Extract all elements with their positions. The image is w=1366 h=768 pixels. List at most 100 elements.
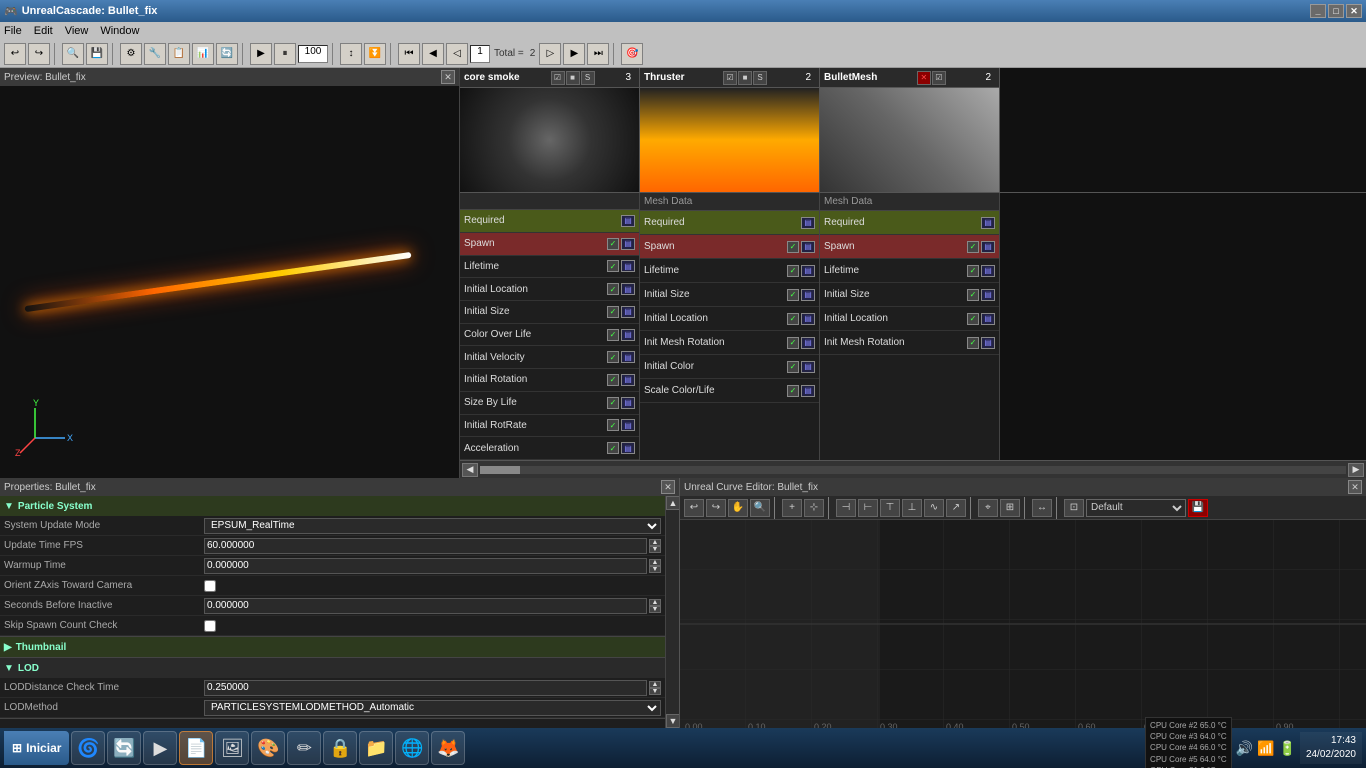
menu-window[interactable]: Window	[100, 25, 139, 37]
tb-btn-8[interactable]: ↕	[340, 43, 362, 65]
taskbar-app-2[interactable]: 🔄	[107, 731, 141, 765]
input-warmup[interactable]	[204, 558, 647, 574]
module-check-col1[interactable]: ✓	[607, 329, 619, 341]
prop-close[interactable]: ✕	[661, 480, 675, 494]
taskbar-app-1[interactable]: 🌀	[71, 731, 105, 765]
module-lifetime-3[interactable]: Lifetime ✓ ▤	[820, 259, 999, 283]
emitter-thumb-smoke[interactable]	[460, 88, 639, 192]
module-accel-1[interactable]: Acceleration ✓ ▤	[460, 437, 639, 460]
tray-icon-3[interactable]: 🔋	[1279, 740, 1296, 757]
tb-redo[interactable]: ↪	[28, 43, 50, 65]
curve-btn-redo[interactable]: ↪	[706, 499, 726, 517]
module-graph-btn[interactable]: ▤	[621, 215, 635, 227]
spin-down-lod[interactable]: ▼	[649, 688, 661, 695]
module-check-il2[interactable]: ✓	[787, 313, 799, 325]
input-system-update[interactable]: EPSUM_RealTime	[204, 518, 661, 534]
taskbar-app-10[interactable]: 🌐	[395, 731, 429, 765]
scroll-right[interactable]: ▶	[1348, 463, 1364, 477]
scroll-left[interactable]: ◀	[462, 463, 478, 477]
emitter-icon-bullet-check[interactable]: ☑	[932, 71, 946, 85]
taskbar-app-4[interactable]: 📄	[179, 731, 213, 765]
module-initsize-2[interactable]: Initial Size ✓ ▤	[640, 283, 819, 307]
module-initcolor-2[interactable]: Initial Color ✓ ▤	[640, 355, 819, 379]
minimize-button[interactable]: _	[1310, 4, 1326, 18]
module-initloc-3[interactable]: Initial Location ✓ ▤	[820, 307, 999, 331]
spin-up-seconds[interactable]: ▲	[649, 599, 661, 606]
menu-view[interactable]: View	[65, 25, 89, 37]
module-graph-lt3[interactable]: ▤	[981, 265, 995, 277]
taskbar-app-5[interactable]: 🖼	[215, 731, 249, 765]
module-required-2[interactable]: Required ▤	[640, 211, 819, 235]
tb-btn-7[interactable]: 🔄	[216, 43, 238, 65]
prop-scroll-up[interactable]: ▲	[666, 496, 679, 510]
window-controls[interactable]: _ □ ✕	[1310, 4, 1362, 18]
module-check-il3[interactable]: ✓	[967, 313, 979, 325]
module-graph-is3[interactable]: ▤	[981, 289, 995, 301]
module-graph-ac1[interactable]: ▤	[621, 442, 635, 454]
scroll-thumb[interactable]	[480, 466, 520, 474]
spin-lod-check[interactable]: ▲ ▼	[649, 681, 661, 695]
module-required-3[interactable]: Required ▤	[820, 211, 999, 235]
module-graph-req3[interactable]: ▤	[981, 217, 995, 229]
module-check-is2[interactable]: ✓	[787, 289, 799, 301]
tb-btn-6[interactable]: 📊	[192, 43, 214, 65]
module-check-il1[interactable]: ✓	[607, 283, 619, 295]
module-spawn-2[interactable]: Spawn ✓ ▤	[640, 235, 819, 259]
tb-btn-5[interactable]: 📋	[168, 43, 190, 65]
menu-file[interactable]: File	[4, 25, 22, 37]
module-check-lt3[interactable]: ✓	[967, 265, 979, 277]
tray-icon-2[interactable]: 📶	[1257, 740, 1274, 757]
curve-preset-select[interactable]: Default	[1086, 499, 1186, 517]
module-meshrot-3[interactable]: Init Mesh Rotation ✓ ▤	[820, 331, 999, 355]
curve-btn-10[interactable]: ⊡	[1064, 499, 1084, 517]
taskbar-app-9[interactable]: 📁	[359, 731, 393, 765]
module-sizelife-1[interactable]: Size By Life ✓ ▤	[460, 392, 639, 415]
module-graph-mr3[interactable]: ▤	[981, 337, 995, 349]
check-orient-z[interactable]	[204, 580, 216, 592]
check-skip-spawn[interactable]	[204, 620, 216, 632]
tb-btn-4[interactable]: 🔧	[144, 43, 166, 65]
taskbar-app-3[interactable]: ▶	[143, 731, 177, 765]
module-graph-il1[interactable]: ▤	[621, 283, 635, 295]
curve-btn-3[interactable]: ⊤	[880, 499, 900, 517]
module-lifetime-1[interactable]: Lifetime ✓ ▤	[460, 256, 639, 279]
emitter-icon-render[interactable]: ■	[566, 71, 580, 85]
tb-save[interactable]: 💾	[86, 43, 108, 65]
module-rotrate-1[interactable]: Initial RotRate ✓ ▤	[460, 415, 639, 438]
module-check-ir1[interactable]: ✓	[607, 374, 619, 386]
tb-next[interactable]: ⏭	[587, 43, 609, 65]
module-graph-1[interactable]: ▤	[621, 238, 635, 250]
spin-warmup[interactable]: ▲ ▼	[649, 559, 661, 573]
taskbar-app-6[interactable]: 🎨	[251, 731, 285, 765]
module-graph-ir1[interactable]: ▤	[621, 374, 635, 386]
emitter-scrollbar[interactable]: ◀ ▶	[460, 460, 1366, 478]
module-graph-ic2[interactable]: ▤	[801, 361, 815, 373]
curve-btn-undo[interactable]: ↩	[684, 499, 704, 517]
tb-play[interactable]: ▶	[250, 43, 272, 65]
module-check-ic2[interactable]: ✓	[787, 361, 799, 373]
curve-btn-4[interactable]: ⊥	[902, 499, 922, 517]
module-graph-lt2[interactable]: ▤	[801, 265, 815, 277]
spin-seconds[interactable]: ▲ ▼	[649, 599, 661, 613]
section-header-lod[interactable]: ▼ LOD	[0, 658, 665, 678]
menu-edit[interactable]: Edit	[34, 25, 53, 37]
module-check-sp2[interactable]: ✓	[787, 241, 799, 253]
module-check-sp3[interactable]: ✓	[967, 241, 979, 253]
curve-btn-add[interactable]: +	[782, 499, 802, 517]
spin-fps[interactable]: ▲ ▼	[649, 539, 661, 553]
module-check-mr2[interactable]: ✓	[787, 337, 799, 349]
emitter-thumb-bullet[interactable]	[820, 88, 999, 192]
module-spawn-3[interactable]: Spawn ✓ ▤	[820, 235, 999, 259]
module-check-iv1[interactable]: ✓	[607, 351, 619, 363]
curve-btn-2[interactable]: ⊢	[858, 499, 878, 517]
module-graph-sp2[interactable]: ▤	[801, 241, 815, 253]
spin-down-fps[interactable]: ▼	[649, 546, 661, 553]
module-initrot-1[interactable]: Initial Rotation ✓ ▤	[460, 369, 639, 392]
module-graph-il2[interactable]: ▤	[801, 313, 815, 325]
module-initsize-1[interactable]: Initial Size ✓ ▤	[460, 301, 639, 324]
tb-btn-3[interactable]: ⚙	[120, 43, 142, 65]
input-lod-method[interactable]: PARTICLESYSTEMLODMETHOD_Automatic	[204, 700, 661, 716]
spin-down-warmup[interactable]: ▼	[649, 566, 661, 573]
curve-save-btn[interactable]: 💾	[1188, 499, 1208, 517]
tb-right[interactable]: ▶	[563, 43, 585, 65]
